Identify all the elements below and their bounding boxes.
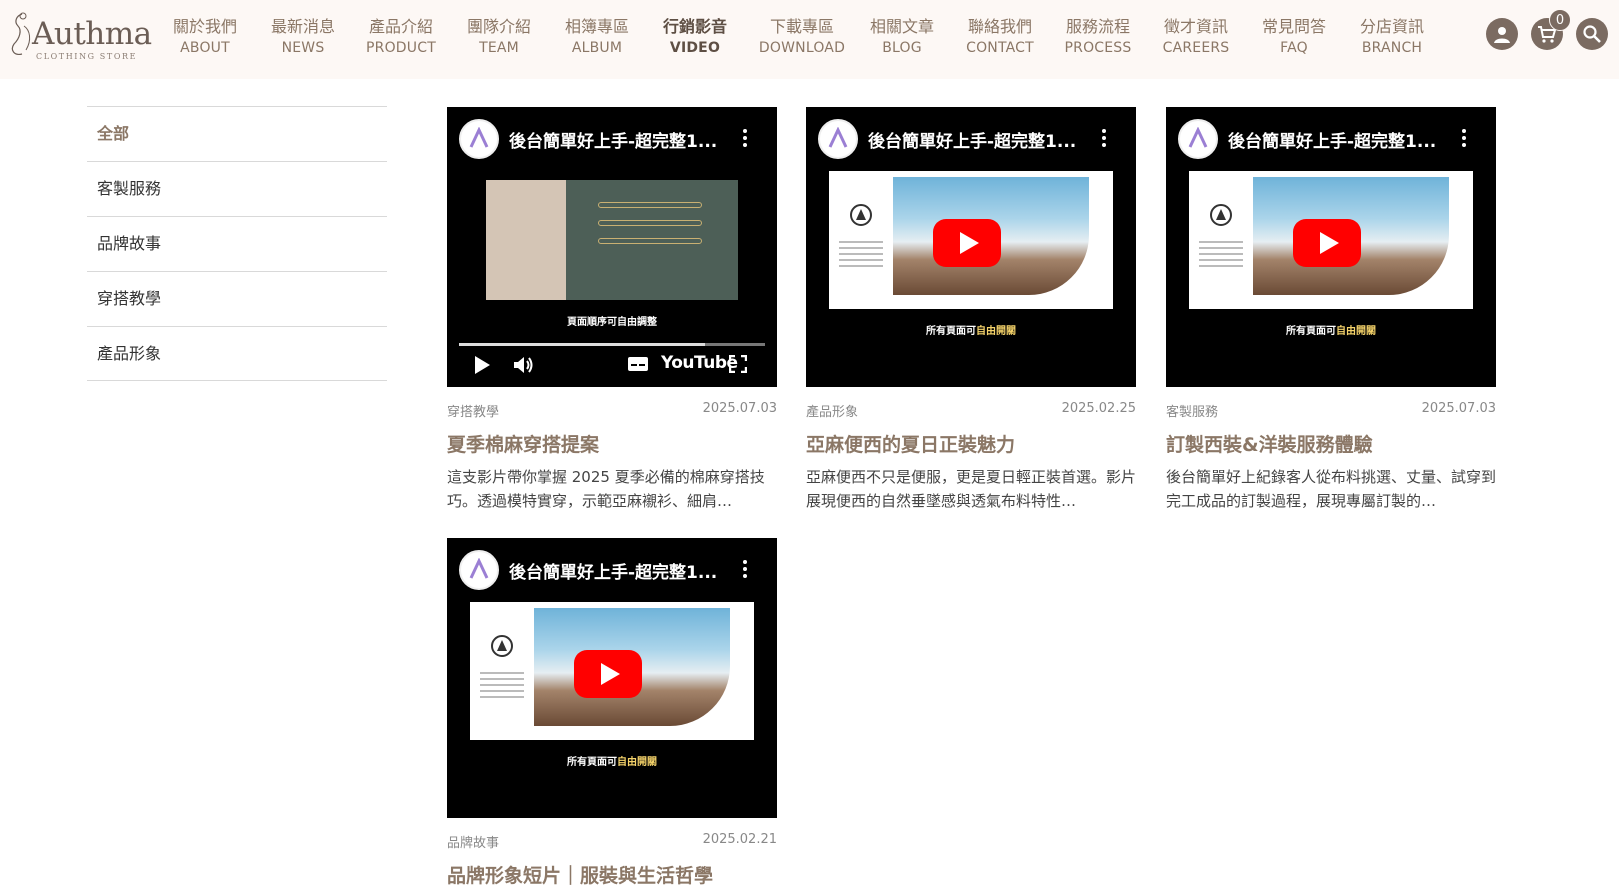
video-description: 後台簡單好上紀錄客人從布料挑選、丈量、試穿到完工成品的訂製過程，展現專屬訂製的… [1166, 468, 1496, 510]
volume-icon[interactable] [513, 355, 535, 375]
nav-news[interactable]: 最新消息 NEWS [258, 17, 348, 58]
more-options-icon[interactable] [743, 560, 747, 578]
video-preview-frame [486, 180, 738, 300]
channel-logo-icon [469, 558, 489, 579]
video-description: 亞麻便西不只是便服，更是夏日輕正裝首選。影片展現便西的自然垂墜感與透氣布料特性… [806, 468, 1136, 510]
video-category: 穿搭教學 [447, 405, 500, 420]
video-title[interactable]: 訂製西裝&洋裝服務體驗 [1166, 431, 1496, 459]
channel-avatar[interactable] [459, 550, 499, 590]
channel-logo-icon [828, 127, 848, 148]
brand-name: Authma [32, 16, 152, 52]
channel-avatar[interactable] [459, 119, 499, 159]
nav-product[interactable]: 產品介紹 PRODUCT [356, 17, 446, 58]
video-card: 後台簡單好上手-超完整1... 頁面順序可自由調整 YouTube 穿搭教學 2… [447, 107, 777, 513]
category-brand-story[interactable]: 品牌故事 [87, 216, 387, 271]
video-title[interactable]: 品牌形象短片｜服裝與生活哲學 [447, 862, 777, 890]
nav-careers[interactable]: 徵才資訊 CAREERS [1151, 17, 1241, 58]
video-title[interactable]: 夏季棉麻穿搭提案 [447, 431, 777, 459]
fullscreen-icon[interactable] [729, 355, 747, 373]
video-category: 產品形象 [806, 405, 859, 420]
search-button[interactable] [1576, 18, 1608, 50]
category-all[interactable]: 全部 [87, 106, 387, 161]
video-card: 後台簡單好上手-超完整1... 所有頁面可自由開關 客製服務 2025.07.0… [1166, 107, 1496, 513]
video-description: 這支影片帶你掌握 2025 夏季必備的棉麻穿搭技巧。透過模特實穿，示範亞麻襯衫、… [447, 468, 765, 510]
search-icon [1583, 25, 1601, 43]
nav-contact[interactable]: 聯絡我們 CONTACT [955, 17, 1045, 58]
category-styling[interactable]: 穿搭教學 [87, 271, 387, 326]
more-options-icon[interactable] [743, 129, 747, 147]
video-embed-title[interactable]: 後台簡單好上手-超完整1... [509, 127, 717, 152]
video-embed-title[interactable]: 後台簡單好上手-超完整1... [509, 558, 717, 583]
channel-avatar[interactable] [818, 119, 858, 159]
video-thumbnail[interactable]: 後台簡單好上手-超完整1... 頁面順序可自由調整 YouTube [447, 107, 777, 387]
video-date: 2025.02.25 [1061, 401, 1136, 416]
cart-button[interactable]: 0 [1531, 9, 1571, 50]
brand-tagline: CLOTHING STORE [36, 52, 138, 61]
play-icon[interactable] [473, 355, 491, 375]
cart-count-badge: 0 [1549, 9, 1571, 31]
more-options-icon[interactable] [1462, 129, 1466, 147]
video-embed-title[interactable]: 後台簡單好上手-超完整1... [868, 127, 1076, 152]
video-date: 2025.07.03 [1421, 401, 1496, 416]
nav-album[interactable]: 相簿專區 ALBUM [552, 17, 642, 58]
category-product-image[interactable]: 產品形象 [87, 326, 387, 381]
video-category: 品牌故事 [447, 836, 500, 851]
user-icon [1494, 27, 1510, 43]
nav-download[interactable]: 下載專區 DOWNLOAD [752, 17, 852, 58]
channel-logo-icon [469, 127, 489, 148]
video-date: 2025.07.03 [702, 401, 777, 416]
video-caption: 所有頁面可自由開關 [567, 757, 657, 768]
video-title[interactable]: 亞麻便西的夏日正裝魅力 [806, 431, 1136, 459]
video-caption: 所有頁面可自由開關 [1286, 326, 1376, 337]
nav-team[interactable]: 團隊介紹 TEAM [454, 17, 544, 58]
nav-about[interactable]: 關於我們 ABOUT [160, 17, 250, 58]
progress-bar[interactable] [459, 343, 765, 346]
youtube-play-button[interactable] [574, 650, 642, 698]
channel-logo-icon [1188, 127, 1208, 148]
nav-process[interactable]: 服務流程 PROCESS [1053, 17, 1143, 58]
video-embed-title[interactable]: 後台簡單好上手-超完整1... [1228, 127, 1436, 152]
channel-avatar[interactable] [1178, 119, 1218, 159]
user-button[interactable] [1486, 18, 1518, 50]
video-thumbnail[interactable]: 後台簡單好上手-超完整1... 所有頁面可自由開關 [1166, 107, 1496, 387]
video-category: 客製服務 [1166, 405, 1219, 420]
nav-branch[interactable]: 分店資訊 BRANCH [1347, 17, 1437, 58]
category-custom-service[interactable]: 客製服務 [87, 161, 387, 216]
youtube-play-button[interactable] [933, 219, 1001, 267]
nav-faq[interactable]: 常見問答 FAQ [1249, 17, 1339, 58]
video-caption: 頁面順序可自由調整 [567, 317, 657, 328]
video-card: 後台簡單好上手-超完整1... 所有頁面可自由開關 品牌故事 2025.02.2… [447, 538, 777, 890]
site-header: Authma CLOTHING STORE 關於我們 ABOUT 最新消息 NEWS… [0, 0, 1619, 79]
subtitles-icon[interactable] [627, 355, 649, 373]
brand-logo[interactable]: Authma CLOTHING STORE [8, 10, 152, 62]
video-thumbnail[interactable]: 後台簡單好上手-超完整1... 所有頁面可自由開關 [447, 538, 777, 818]
video-card: 後台簡單好上手-超完整1... 所有頁面可自由開關 產品形象 2025.02.2… [806, 107, 1136, 513]
nav-blog[interactable]: 相關文章 BLOG [857, 17, 947, 58]
video-thumbnail[interactable]: 後台簡單好上手-超完整1... 所有頁面可自由開關 [806, 107, 1136, 387]
youtube-play-button[interactable] [1293, 219, 1361, 267]
more-options-icon[interactable] [1102, 129, 1106, 147]
video-caption: 所有頁面可自由開關 [926, 326, 1016, 337]
nav-video[interactable]: 行銷影音 VIDEO [650, 17, 740, 58]
youtube-logo[interactable]: YouTube [661, 353, 738, 373]
video-date: 2025.02.21 [702, 832, 777, 847]
category-sidebar: 全部 客製服務 品牌故事 穿搭教學 產品形象 [87, 106, 387, 381]
